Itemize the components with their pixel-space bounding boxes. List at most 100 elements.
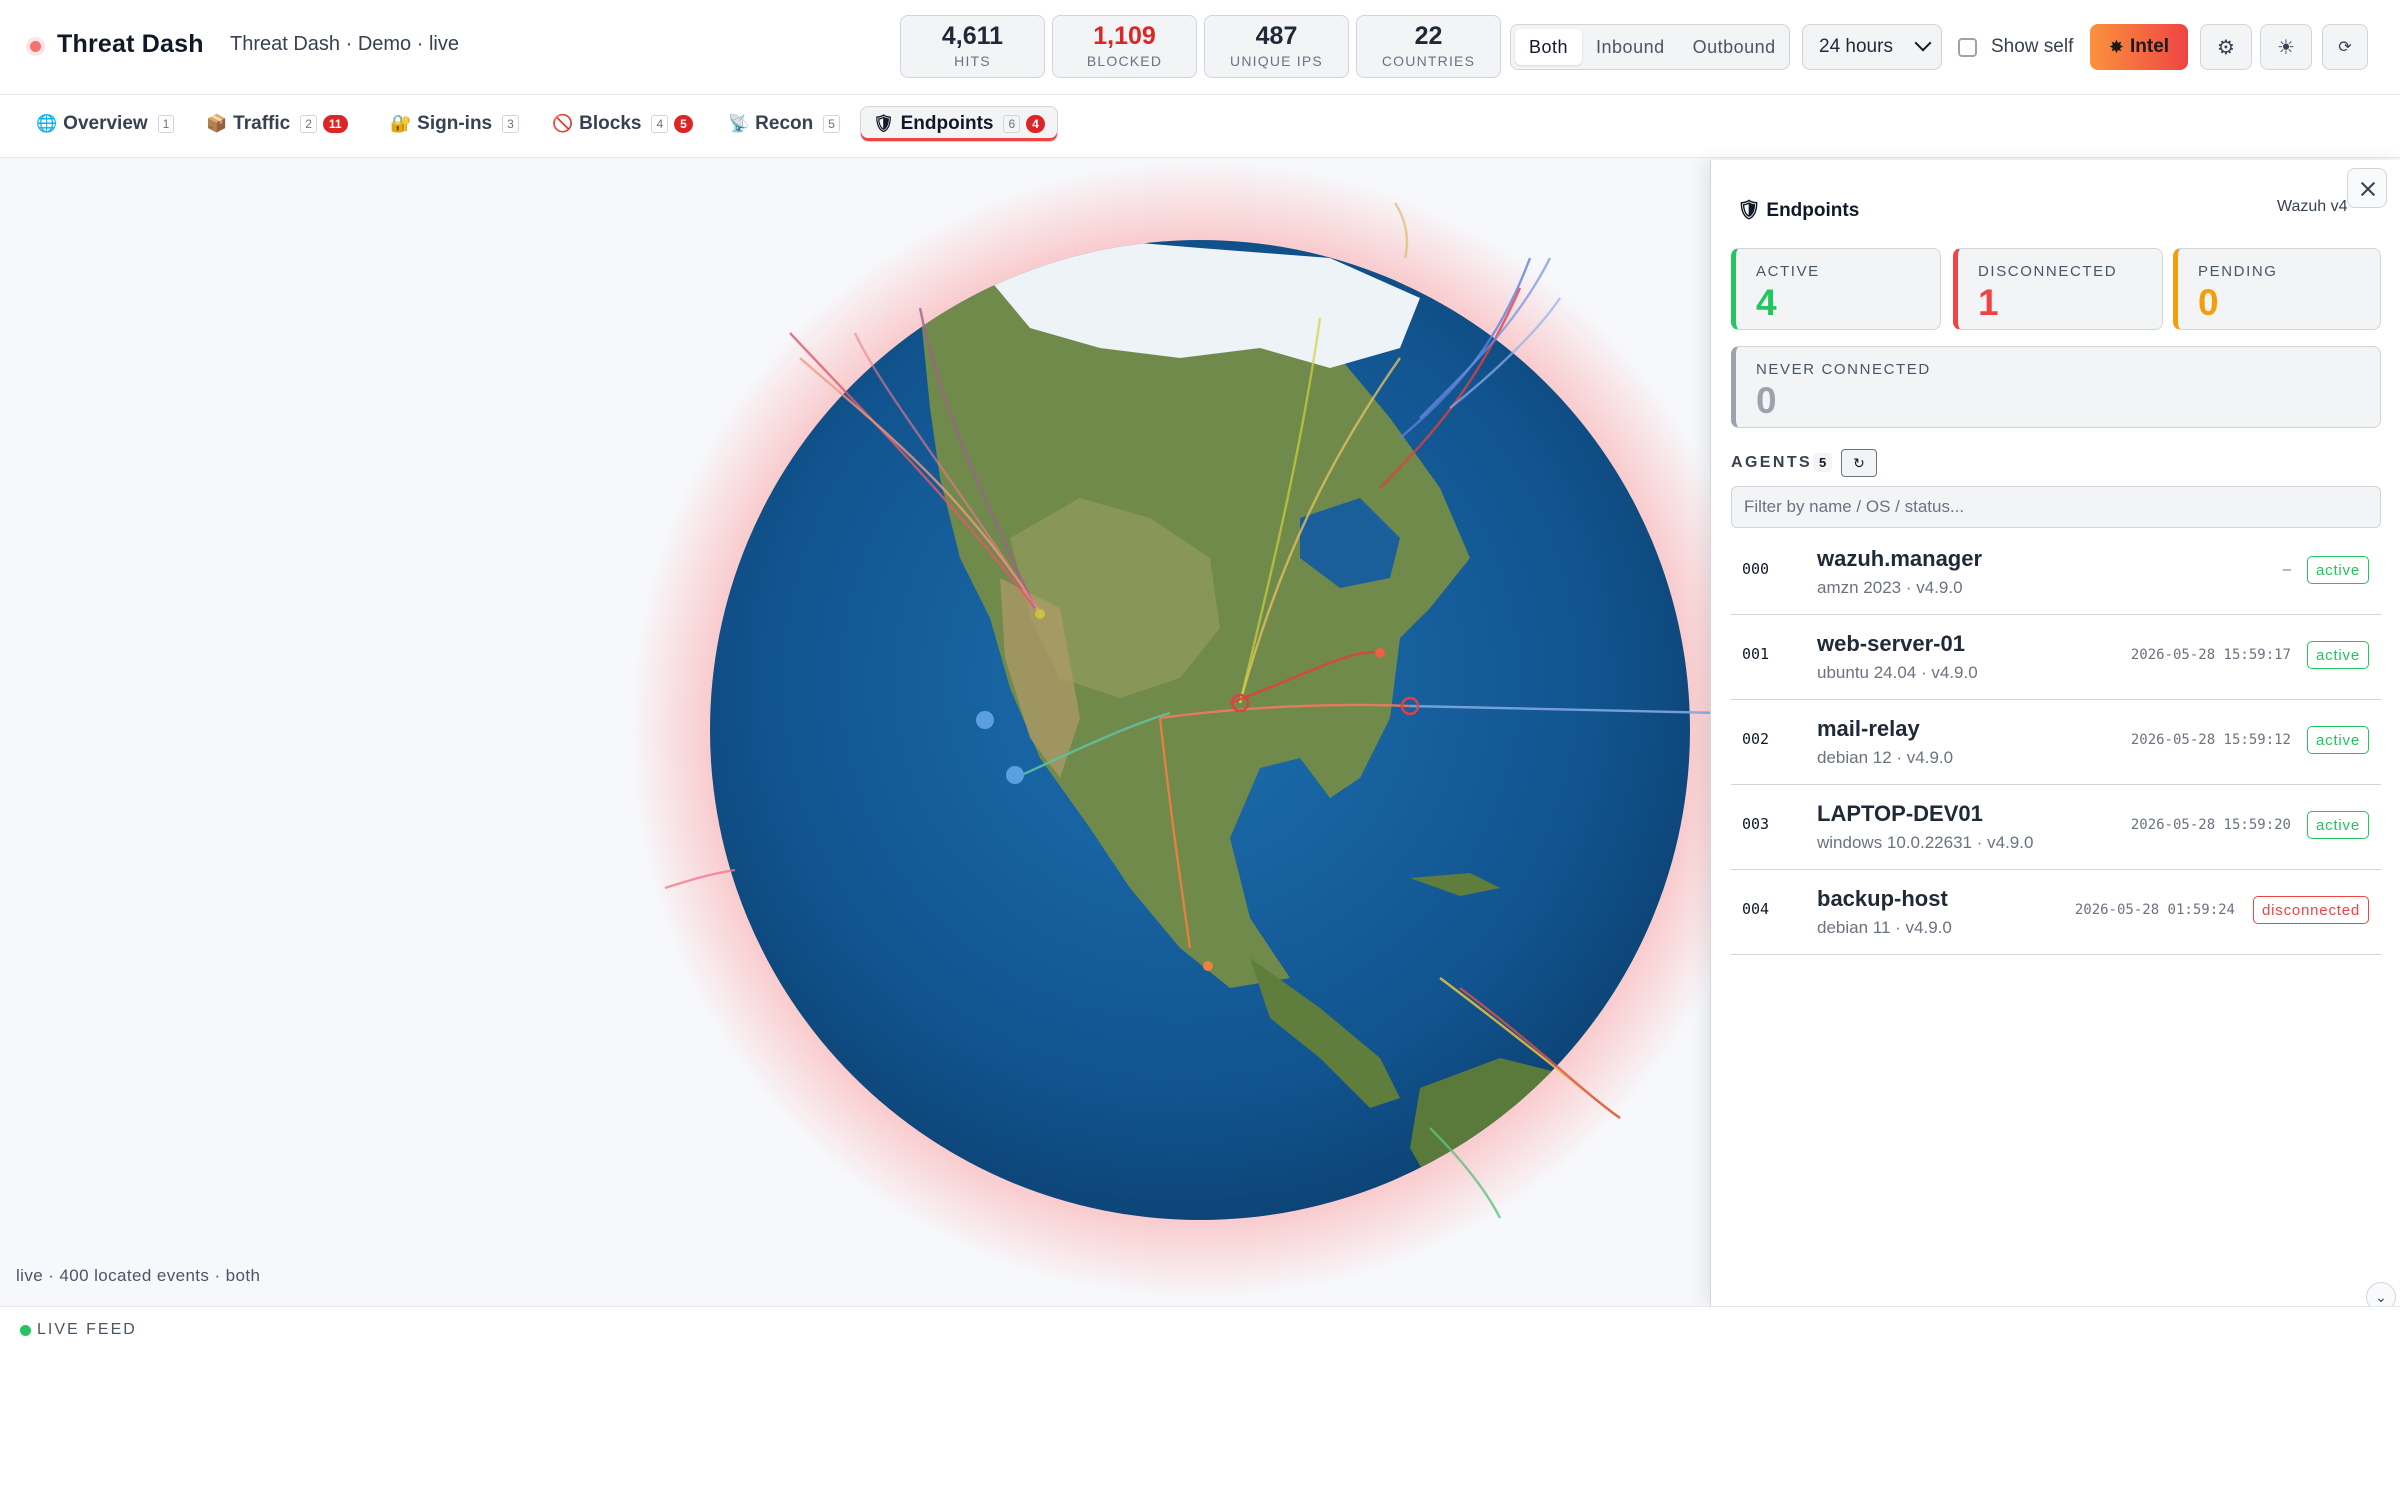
satellite-icon: ✸ (2108, 36, 2125, 57)
card-active-label: ACTIVE (1756, 263, 1820, 280)
gear-icon: ⚙ (2217, 36, 2235, 59)
card-disconnected: DISCONNECTED 1 (1953, 248, 2163, 330)
agent-id: 002 (1742, 730, 1770, 748)
tab-traffic-shortcut: 2 (300, 115, 317, 133)
agent-last-seen: 2026-05-28 15:59:17 (2130, 647, 2291, 663)
sun-icon: ☀ (2277, 36, 2295, 59)
intel-button[interactable]: ✸ Intel (2090, 24, 2188, 70)
settings-button[interactable]: ⚙ (2200, 24, 2252, 70)
tab-traffic-badge: 11 (322, 115, 348, 133)
tab-sign-ins-shortcut: 3 (502, 115, 519, 133)
tab-recon-shortcut: 5 (823, 115, 840, 133)
intel-button-label: Intel (2130, 36, 2170, 57)
stat-hits: 4,611 HITS (900, 15, 1045, 78)
agent-os: debian 12 · v4.9.0 (1817, 748, 1954, 767)
stat-unique-ips: 487 UNIQUE IPS (1204, 15, 1349, 78)
stat-hits-value: 4,611 (941, 22, 1004, 50)
tab-blocks[interactable]: 🚫 Blocks 4 5 (540, 106, 705, 142)
globe-svg[interactable] (0, 158, 1720, 1306)
map-status-text: live · 400 located events · both (16, 1266, 261, 1285)
card-never-connected: NEVER CONNECTED 0 (1731, 346, 2381, 428)
agent-row[interactable]: 003 LAPTOP-DEV01 windows 10.0.22631 · v4… (1731, 785, 2381, 870)
agents-refresh-button[interactable]: ↻ (1841, 449, 1877, 477)
tab-blocks-label: Blocks (579, 113, 642, 134)
card-active: ACTIVE 4 (1731, 248, 1941, 330)
tab-endpoints-shortcut: 6 (1003, 115, 1021, 133)
tab-overview[interactable]: 🌐 Overview 1 (24, 106, 186, 142)
lock-icon: 🔐 (390, 114, 412, 133)
tab-sign-ins-label: Sign-ins (417, 113, 493, 134)
status-badge: active (2307, 811, 2369, 839)
stat-blocked-value: 1,109 (1093, 22, 1156, 50)
show-self-label: Show self (1991, 36, 2074, 57)
live-feed-indicator-icon (20, 1325, 31, 1336)
prohibited-icon: 🚫 (552, 114, 574, 133)
stat-countries-label: COUNTRIES (1381, 53, 1476, 69)
show-self-checkbox[interactable] (1958, 37, 1977, 57)
agent-row[interactable]: 000 wazuh.manager amzn 2023 · v4.9.0 – a… (1731, 530, 2381, 615)
tab-recon[interactable]: 📡 Recon 5 (716, 106, 852, 142)
tab-blocks-badge: 5 (674, 115, 693, 133)
theme-button[interactable]: ☀ (2260, 24, 2312, 70)
agent-last-seen: 2026-05-28 15:59:20 (2130, 817, 2291, 833)
tab-overview-shortcut: 1 (157, 115, 175, 133)
panel-title: 🛡 Endpoints (1737, 200, 1860, 221)
tab-endpoints[interactable]: 🛡 Endpoints 6 4 (860, 106, 1058, 142)
refresh-icon: ⟳ (2338, 39, 2352, 56)
live-feed: LIVE FEED (0, 1306, 2400, 1500)
direction-toggle: Both Inbound Outbound (1510, 24, 1790, 70)
card-disconnected-label: DISCONNECTED (1978, 263, 2118, 280)
stat-blocked: 1,109 BLOCKED (1052, 15, 1197, 78)
agent-last-seen: 2026-05-28 15:59:12 (2130, 732, 2291, 748)
tab-blocks-shortcut: 4 (651, 115, 669, 133)
card-never-connected-value: 0 (1756, 380, 1777, 421)
agent-list: 000 wazuh.manager amzn 2023 · v4.9.0 – a… (1731, 530, 2381, 955)
agent-name: web-server-01 (1817, 631, 1965, 656)
tab-endpoints-label: Endpoints (900, 113, 994, 134)
endpoints-panel: 🛡 Endpoints Wazuh v4.9.0 ACTIVE 4 DISCON… (1710, 160, 2400, 1312)
tab-endpoints-badge: 4 (1026, 115, 1045, 133)
agents-label: AGENTS (1731, 454, 1813, 471)
globe-icon: 🌐 (36, 114, 58, 133)
stat-unique-ips-value: 487 (1255, 22, 1298, 50)
agent-id: 000 (1742, 560, 1770, 578)
status-badge: disconnected (2253, 896, 2369, 924)
card-active-value: 4 (1756, 282, 1777, 323)
direction-inbound-button[interactable]: Inbound (1582, 29, 1679, 65)
close-panel-button[interactable] (2347, 168, 2387, 208)
agent-id: 001 (1742, 645, 1770, 663)
status-badge: active (2307, 726, 2369, 754)
agents-count: 5 (1813, 453, 1833, 472)
agent-row[interactable]: 002 mail-relay debian 12 · v4.9.0 2026-0… (1731, 700, 2381, 785)
card-pending-value: 0 (2198, 282, 2219, 323)
show-self-toggle[interactable]: Show self (1958, 36, 2073, 58)
agent-id: 004 (1742, 900, 1770, 918)
tab-recon-label: Recon (755, 113, 814, 134)
time-range-value: 24 hours (1819, 36, 1893, 57)
refresh-button[interactable]: ⟳ (2322, 24, 2368, 70)
agent-row[interactable]: 001 web-server-01 ubuntu 24.04 · v4.9.0 … (1731, 615, 2381, 700)
direction-both-button[interactable]: Both (1515, 29, 1583, 65)
shield-icon: 🛡 (873, 114, 895, 133)
stat-unique-ips-label: UNIQUE IPS (1230, 53, 1323, 69)
agent-os: ubuntu 24.04 · v4.9.0 (1817, 663, 1978, 682)
wazuh-version: Wazuh v4.9.0 (2277, 198, 2347, 215)
status-badge: active (2307, 641, 2369, 669)
stat-hits-label: HITS (954, 53, 991, 69)
tab-traffic-label: Traffic (233, 113, 291, 134)
card-never-connected-label: NEVER CONNECTED (1756, 361, 1931, 378)
app-subtitle: Threat Dash · Demo · live (230, 33, 459, 55)
agent-row[interactable]: 004 backup-host debian 11 · v4.9.0 2026-… (1731, 870, 2381, 955)
direction-outbound-button[interactable]: Outbound (1679, 29, 1790, 65)
agent-filter-input[interactable] (1731, 486, 2381, 528)
time-range-select[interactable]: 24 hours (1802, 24, 1942, 70)
agent-name: mail-relay (1817, 716, 1920, 741)
card-disconnected-value: 1 (1978, 282, 1999, 323)
tab-sign-ins[interactable]: 🔐 Sign-ins 3 (378, 106, 531, 142)
agent-name: wazuh.manager (1817, 546, 1983, 571)
tab-traffic[interactable]: 📦 Traffic 2 11 (194, 106, 360, 142)
agent-name: LAPTOP-DEV01 (1817, 801, 1983, 826)
stat-countries-value: 22 (1414, 22, 1443, 50)
live-indicator-icon (30, 41, 41, 52)
stat-blocked-label: BLOCKED (1086, 53, 1163, 69)
